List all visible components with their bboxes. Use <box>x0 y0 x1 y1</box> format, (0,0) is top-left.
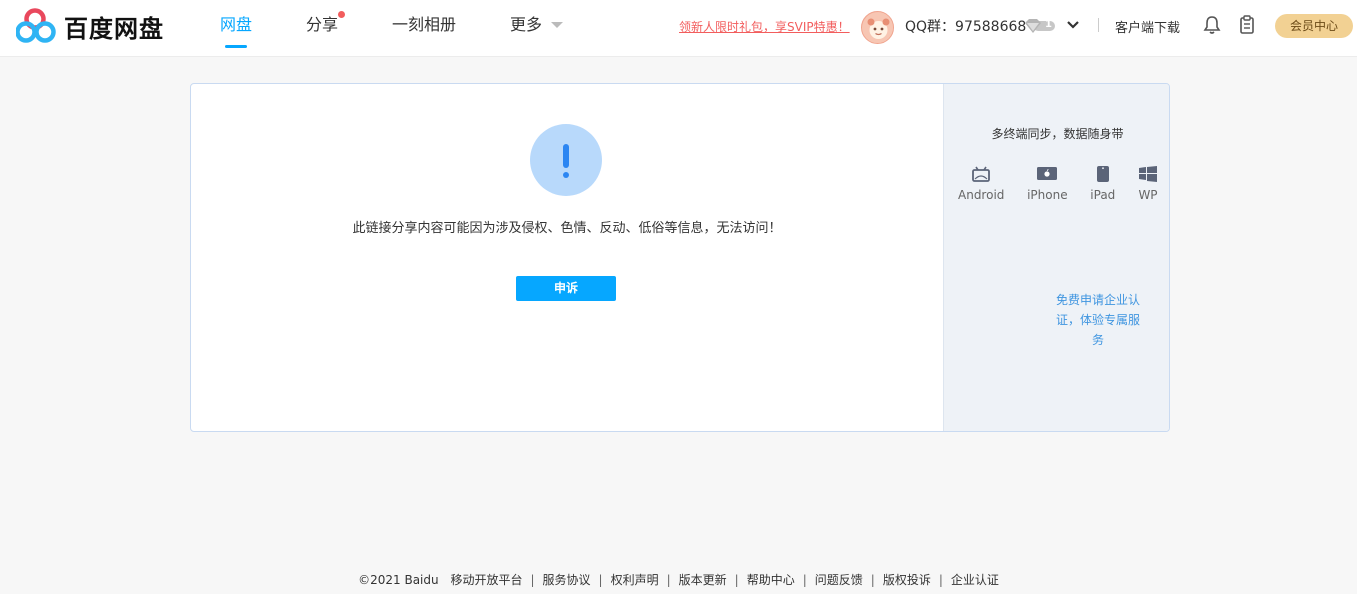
footer-link-enterprise-cert[interactable]: 企业认证 <box>951 573 999 587</box>
bell-icon[interactable] <box>1203 15 1221 35</box>
nav-tab-share[interactable]: 分享 <box>306 0 346 57</box>
footer-link-copyright-complaint[interactable]: 版权投诉 <box>883 573 931 587</box>
nav-tab-more[interactable]: 更多 <box>510 0 564 57</box>
exclamation-dot <box>563 172 569 178</box>
notice-card: 此链接分享内容可能因为涉及侵权、色情、反动、低俗等信息，无法访问！ 申诉 多终端… <box>190 83 1170 432</box>
nav-label: 分享 <box>306 15 339 34</box>
footer-sep: | <box>530 573 535 587</box>
footer-sep: | <box>802 573 807 587</box>
footer: ©2021 Baidu 移动开放平台 | 服务协议 | 权利声明 | 版本更新 | 帮助中心 | 问… <box>0 571 1357 588</box>
member-center-button[interactable]: 会员中心 <box>1275 14 1353 38</box>
android-icon <box>971 164 991 184</box>
exclamation-bar <box>563 144 569 168</box>
footer-link-feedback[interactable]: 问题反馈 <box>815 573 863 587</box>
footer-link-help[interactable]: 帮助中心 <box>747 573 795 587</box>
promo-link[interactable]: 领新人限时礼包，享SVIP特惠！ <box>679 18 850 35</box>
side-panel-title: 多终端同步，数据随身带 <box>991 127 1124 141</box>
nav-label: 一刻相册 <box>392 15 457 34</box>
footer-sep: | <box>734 573 739 587</box>
cloud-logo-icon <box>16 8 56 43</box>
windows-icon <box>1138 164 1158 184</box>
footer-link-rights[interactable]: 权利声明 <box>611 573 659 587</box>
footer-link-updates[interactable]: 版本更新 <box>679 573 727 587</box>
client-download-link[interactable]: 客户端下载 <box>1115 17 1180 36</box>
ipad-icon <box>1093 164 1113 184</box>
chevron-down-icon[interactable] <box>1066 20 1080 30</box>
enterprise-cert-link[interactable]: 免费申请企业认证，体验专属服务 <box>1052 290 1144 350</box>
top-header: 百度网盘 网盘 分享 一刻相册 更多 领新人限时礼包，享SVIP特惠！ QQ群：… <box>0 0 1357 57</box>
platform-wp[interactable]: WP <box>1138 164 1158 202</box>
notice-main: 此链接分享内容可能因为涉及侵权、色情、反动、低俗等信息，无法访问！ 申诉 <box>191 84 943 431</box>
user-name[interactable]: QQ群：97588668 <box>905 16 1026 36</box>
main-nav: 网盘 分享 一刻相册 更多 <box>220 0 564 57</box>
vip-level: 1 <box>1045 19 1052 30</box>
nav-label: 网盘 <box>220 15 253 34</box>
platform-iphone[interactable]: iPhone <box>1027 164 1068 202</box>
avatar-icon <box>862 12 893 43</box>
clipboard-icon[interactable] <box>1239 15 1255 35</box>
side-panel: 多终端同步，数据随身带 Android iPhone iPad WP 免费申请企… <box>943 84 1169 431</box>
footer-sep: | <box>870 573 875 587</box>
platform-list: Android iPhone iPad WP <box>958 164 1158 202</box>
footer-sep: | <box>598 573 603 587</box>
header-divider <box>1098 18 1099 32</box>
nav-tab-netdisk[interactable]: 网盘 <box>220 0 252 57</box>
nav-label: 更多 <box>510 15 543 34</box>
platform-label: iPad <box>1090 188 1116 202</box>
caret-down-icon <box>551 22 564 28</box>
footer-link-open-platform[interactable]: 移动开放平台 <box>450 573 522 587</box>
platform-label: WP <box>1138 188 1158 202</box>
platform-android[interactable]: Android <box>958 164 1004 202</box>
apple-icon <box>1037 164 1058 184</box>
baidu-netdisk-logo[interactable]: 百度网盘 <box>16 8 164 44</box>
logo-text: 百度网盘 <box>64 14 164 43</box>
nav-tab-album[interactable]: 一刻相册 <box>392 0 456 57</box>
footer-sep: | <box>938 573 943 587</box>
platform-label: iPhone <box>1027 188 1068 202</box>
appeal-button[interactable]: 申诉 <box>516 276 616 301</box>
copyright: ©2021 Baidu <box>358 573 439 587</box>
footer-sep: | <box>666 573 671 587</box>
vip-level-badge: 1 <box>1023 18 1057 34</box>
platform-label: Android <box>958 188 1005 202</box>
avatar[interactable] <box>861 11 894 44</box>
footer-link-terms[interactable]: 服务协议 <box>543 573 591 587</box>
blocked-message: 此链接分享内容可能因为涉及侵权、色情、反动、低俗等信息，无法访问！ <box>352 221 782 236</box>
platform-ipad[interactable]: iPad <box>1090 164 1115 202</box>
warning-icon <box>530 124 602 196</box>
notification-dot <box>338 11 346 18</box>
